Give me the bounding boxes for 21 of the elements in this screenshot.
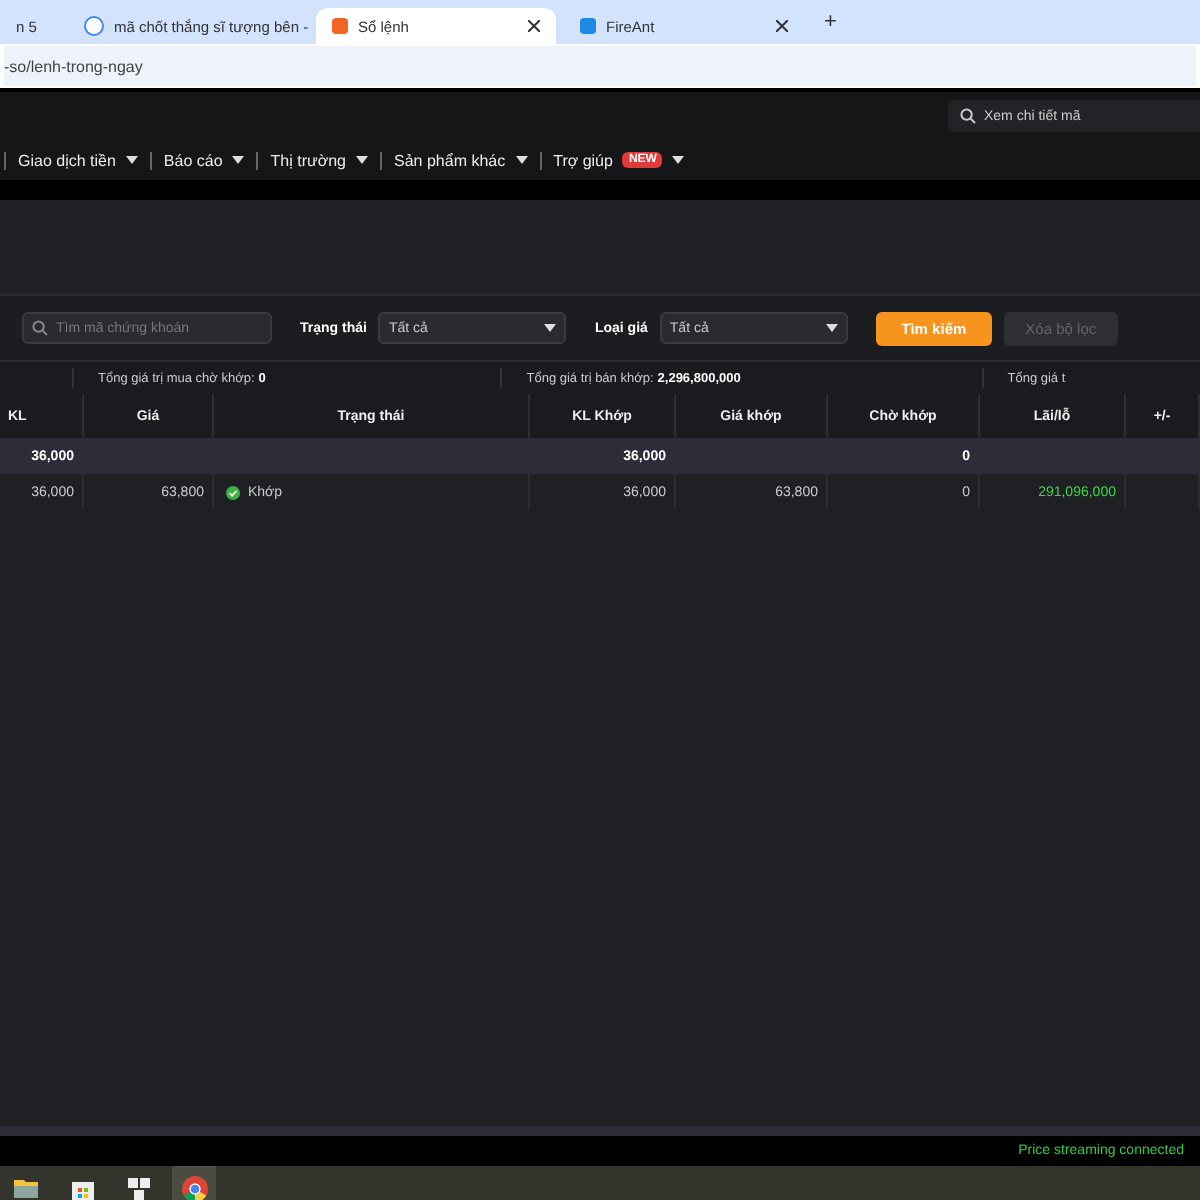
search-icon: [32, 320, 48, 336]
nav-menu-item[interactable]: Giao dịch tiền: [18, 151, 116, 169]
chrome-icon[interactable]: [172, 1166, 216, 1200]
caret-icon: [232, 156, 245, 164]
nav-menu-item[interactable]: Thị trường: [270, 151, 347, 169]
nav-menu-item[interactable]: Báo cáo: [163, 151, 223, 169]
caret-icon: [672, 156, 685, 164]
caret-icon: [125, 156, 138, 164]
search-icon: [960, 108, 976, 124]
site-icon: [332, 18, 348, 34]
address-bar[interactable]: -so/lenh-trong-ngay: [4, 46, 1196, 86]
close-icon[interactable]: [776, 20, 788, 32]
site-icon: [580, 18, 596, 34]
new-tab-button[interactable]: +: [812, 10, 849, 34]
caret-icon: [544, 324, 557, 332]
caret-icon: [825, 324, 838, 332]
caret-icon: [356, 156, 369, 164]
nav-menu-item[interactable]: Trợ giúp: [553, 151, 613, 169]
caret-icon: [515, 156, 528, 164]
close-icon[interactable]: [528, 20, 540, 32]
nav-menu-item[interactable]: Sản phẩm khác: [394, 151, 506, 169]
